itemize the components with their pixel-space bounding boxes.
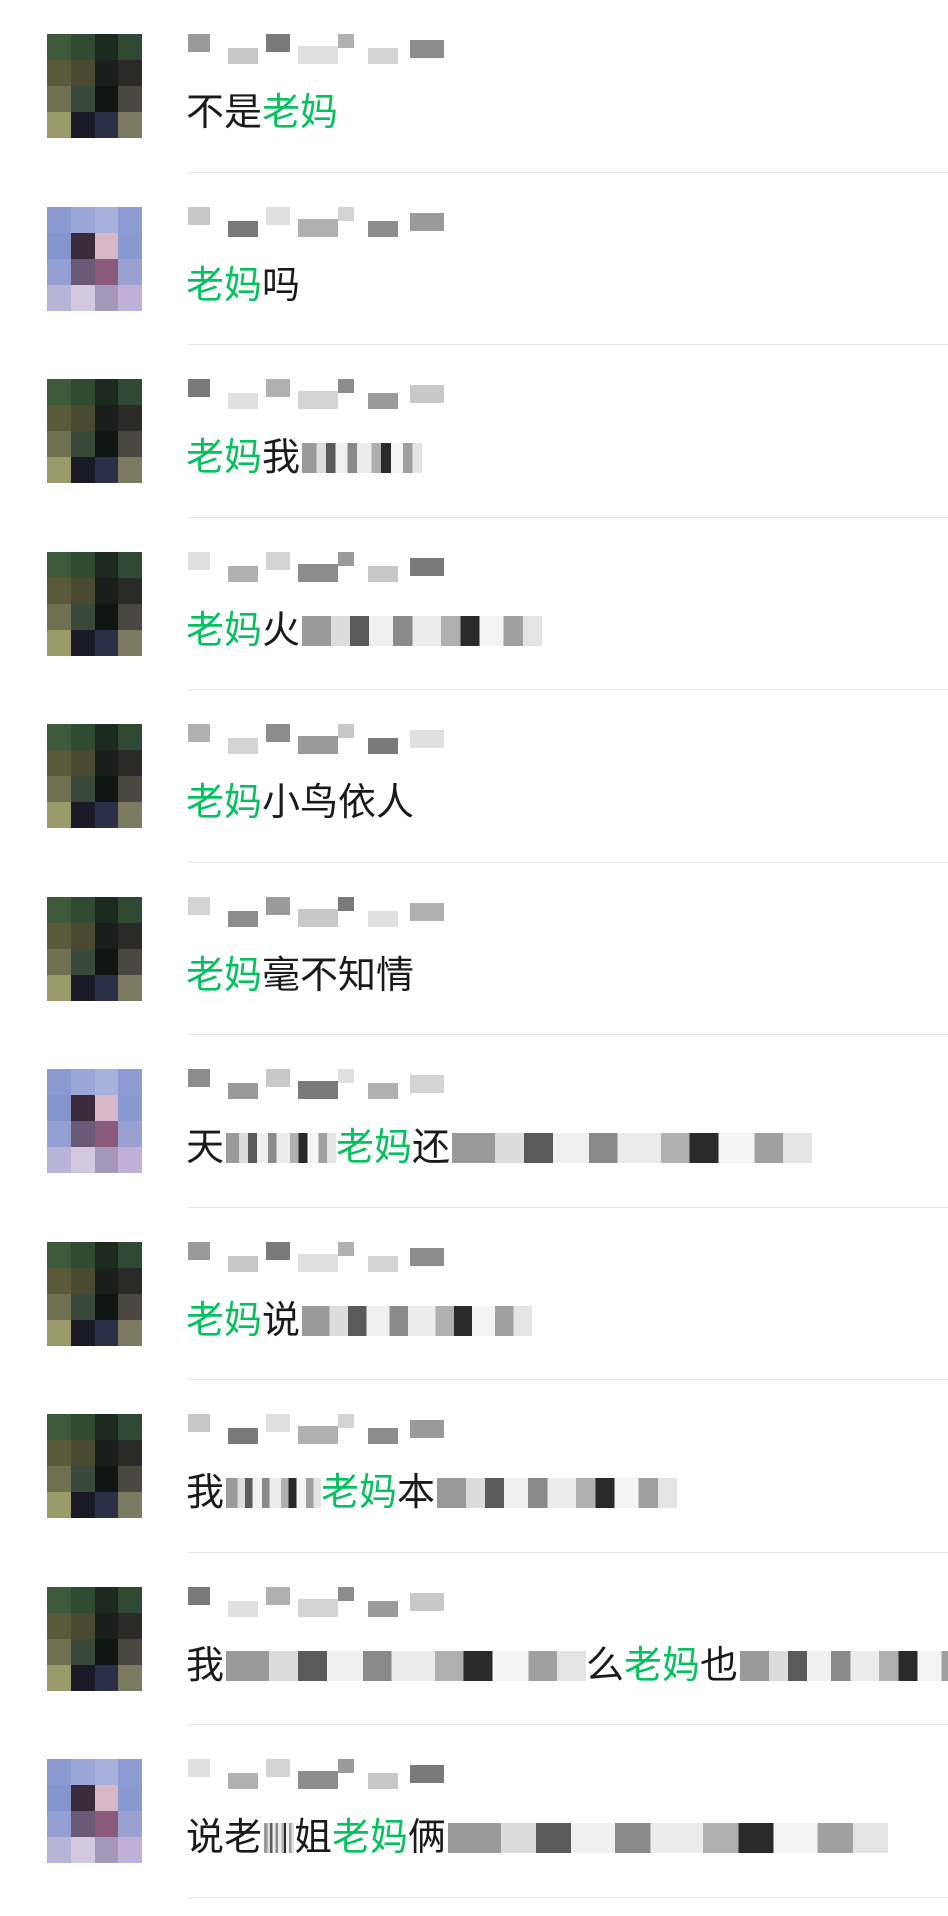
sender-name-redacted [188, 1241, 448, 1282]
message-text-after: 我 [262, 435, 301, 479]
message-text-before: 不是 [186, 90, 263, 134]
message-preview: 天 老妈还 [186, 1125, 813, 1169]
result-row[interactable]: 天 老妈还 [0, 1035, 948, 1208]
avatar[interactable] [47, 206, 142, 311]
sender-name-redacted [188, 1414, 448, 1454]
redacted-text [226, 1133, 337, 1163]
avatar[interactable] [47, 34, 142, 138]
redacted-text [302, 443, 423, 473]
divider [188, 1896, 948, 1898]
message-text-before: 天 [186, 1125, 225, 1169]
message-text-after: 小鸟依人 [262, 780, 415, 824]
message-preview: 老妈吗 [186, 263, 300, 307]
keyword-highlight: 老妈 [336, 1125, 413, 1169]
avatar[interactable] [47, 1414, 142, 1518]
keyword-highlight: 老妈 [186, 435, 263, 479]
redacted-text [226, 1650, 587, 1681]
redacted-text [740, 1650, 948, 1681]
keyword-highlight: 老妈 [624, 1642, 701, 1687]
message-preview: 不是老妈 [186, 90, 338, 134]
keyword-highlight: 老妈 [186, 607, 263, 652]
message-text-after: 本 [397, 1470, 436, 1514]
result-row[interactable]: 老妈吗 [0, 173, 948, 345]
message-text-after: 说 [262, 1297, 301, 1342]
avatar[interactable] [47, 1069, 142, 1173]
message-text-before: 说老 [186, 1815, 263, 1859]
message-text-after: 火 [262, 607, 301, 652]
keyword-highlight: 老妈 [262, 90, 339, 134]
message-text-before: 我 [186, 1642, 225, 1687]
message-text-fragment: 么 [586, 1642, 625, 1687]
redacted-text [448, 1823, 889, 1853]
redacted-text [437, 1478, 678, 1508]
message-text-fragment: 姐 [294, 1815, 333, 1859]
avatar[interactable] [47, 551, 142, 656]
message-text-before: 我 [186, 1470, 225, 1514]
search-results-list: 不是老妈 老妈吗 老妈我 老妈火 老妈小鸟依人 老妈毫不知情天老妈还 老妈说我老妈本我么老妈… [0, 0, 948, 1898]
avatar[interactable] [47, 379, 142, 483]
message-text-after: 吗 [262, 262, 301, 307]
result-row[interactable]: 老妈小鸟依人 [0, 690, 948, 863]
message-text-after: 毫不知情 [262, 952, 415, 997]
sender-name-redacted [188, 896, 448, 937]
result-row[interactable]: 老妈火 [0, 518, 948, 690]
sender-name-redacted [188, 1069, 448, 1109]
sender-name-redacted [188, 379, 448, 419]
message-text-after: 也 [700, 1642, 739, 1687]
message-preview: 说老 姐老妈俩 [186, 1815, 889, 1859]
keyword-highlight: 老妈 [332, 1815, 409, 1859]
avatar[interactable] [47, 1241, 142, 1346]
keyword-highlight: 老妈 [186, 952, 263, 997]
redacted-text [452, 1133, 813, 1163]
sender-name-redacted [188, 34, 448, 74]
message-preview: 老妈我 [186, 435, 423, 479]
keyword-highlight: 老妈 [186, 1297, 263, 1342]
sender-name-redacted [188, 1586, 448, 1627]
redacted-text [264, 1823, 295, 1853]
avatar[interactable] [47, 724, 142, 828]
message-text-after: 俩 [408, 1815, 447, 1859]
message-preview: 老妈说 [186, 1297, 533, 1342]
message-preview: 老妈火 [186, 607, 543, 652]
sender-name-redacted [188, 206, 448, 247]
result-row[interactable]: 老妈毫不知情 [0, 863, 948, 1035]
message-preview: 我 么老妈也 [186, 1643, 948, 1687]
keyword-highlight: 老妈 [186, 780, 263, 824]
keyword-highlight: 老妈 [321, 1470, 398, 1514]
avatar[interactable] [47, 1759, 142, 1863]
keyword-highlight: 老妈 [186, 262, 263, 307]
message-preview: 老妈小鸟依人 [186, 780, 414, 824]
message-text-after: 还 [412, 1125, 451, 1169]
message-preview: 我 老妈本 [186, 1470, 678, 1514]
result-row[interactable]: 老妈我 [0, 345, 948, 518]
result-row[interactable]: 老妈说 [0, 1208, 948, 1380]
result-row[interactable]: 我 老妈本 [0, 1380, 948, 1553]
result-row[interactable]: 说老 姐老妈俩 [0, 1725, 948, 1898]
redacted-text [302, 1305, 533, 1336]
sender-name-redacted [188, 551, 448, 592]
avatar[interactable] [47, 896, 142, 1001]
redacted-text [226, 1478, 322, 1508]
redacted-text [302, 615, 543, 646]
result-row[interactable]: 不是老妈 [0, 0, 948, 173]
avatar[interactable] [47, 1586, 142, 1691]
sender-name-redacted [188, 724, 448, 764]
result-row[interactable]: 我 么老妈也 [0, 1553, 948, 1725]
message-preview: 老妈毫不知情 [186, 953, 414, 997]
sender-name-redacted [188, 1759, 448, 1799]
